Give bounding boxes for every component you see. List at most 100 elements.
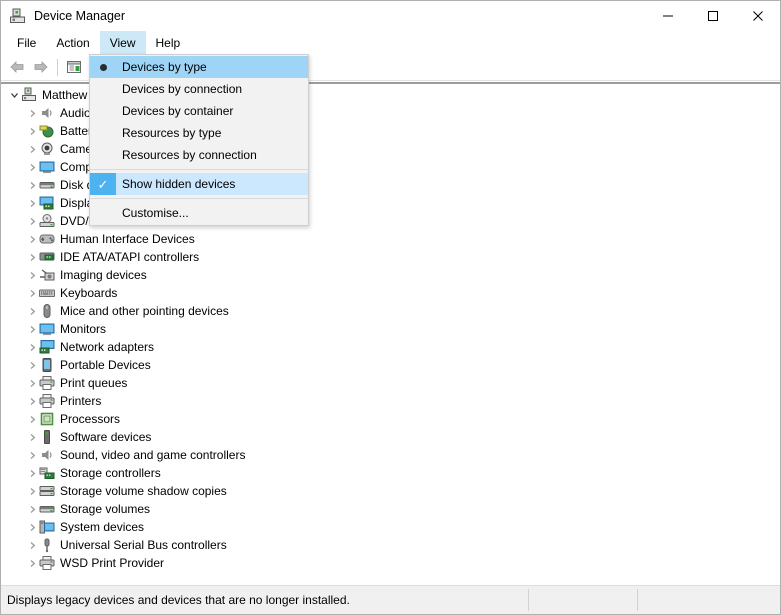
tree-item-label: Portable Devices — [60, 358, 151, 372]
menu-item-devices-by-type[interactable]: Devices by type — [90, 56, 308, 78]
forward-button[interactable] — [29, 56, 53, 78]
tree-item-print-queues[interactable]: Print queues — [1, 374, 780, 392]
chevron-right-icon[interactable] — [25, 451, 39, 460]
chevron-right-icon[interactable] — [25, 217, 39, 226]
chevron-right-icon[interactable] — [25, 235, 39, 244]
close-button[interactable] — [735, 1, 780, 31]
chevron-right-icon[interactable] — [25, 127, 39, 136]
menu-item-show-hidden-devices[interactable]: ✓ Show hidden devices — [90, 173, 308, 195]
maximize-button[interactable] — [690, 1, 735, 31]
usb-icon — [39, 537, 55, 553]
chevron-right-icon[interactable] — [25, 415, 39, 424]
chevron-right-icon[interactable] — [25, 199, 39, 208]
tree-item-storage-controllers[interactable]: Storage controllers — [1, 464, 780, 482]
tree-item-label: IDE ATA/ATAPI controllers — [60, 250, 200, 264]
menu-help[interactable]: Help — [146, 31, 191, 54]
software-device-icon — [39, 429, 55, 445]
network-adapter-icon — [39, 339, 55, 355]
tree-item-label: Storage volume shadow copies — [60, 484, 227, 498]
chevron-right-icon[interactable] — [25, 541, 39, 550]
tree-item-ide[interactable]: IDE ATA/ATAPI controllers — [1, 248, 780, 266]
chevron-right-icon[interactable] — [25, 343, 39, 352]
tree-item-label: Imaging devices — [60, 268, 147, 282]
tree-item-sound-video-game[interactable]: Sound, video and game controllers — [1, 446, 780, 464]
device-manager-window: Device Manager File Action View Help Mat… — [0, 0, 781, 615]
menu-item-label: Resources by connection — [122, 148, 257, 162]
tree-item-network-adapters[interactable]: Network adapters — [1, 338, 780, 356]
tree-item-hid[interactable]: Human Interface Devices — [1, 230, 780, 248]
tree-item-label: Printers — [60, 394, 102, 408]
radio-selected-icon — [90, 56, 116, 78]
disk-icon — [39, 501, 55, 517]
tree-item-label: Mice and other pointing devices — [60, 304, 229, 318]
tree-item-storage-volumes[interactable]: Storage volumes — [1, 500, 780, 518]
back-button[interactable] — [5, 56, 29, 78]
menu-view[interactable]: View — [99, 31, 146, 54]
portable-device-icon — [39, 357, 55, 373]
tree-item-storage-shadow-copies[interactable]: Storage volume shadow copies — [1, 482, 780, 500]
chevron-right-icon[interactable] — [25, 361, 39, 370]
computer-icon — [21, 87, 37, 103]
menu-item-devices-by-connection[interactable]: Devices by connection — [90, 78, 308, 100]
chevron-right-icon[interactable] — [25, 559, 39, 568]
menu-gutter — [90, 122, 116, 144]
menu-bar: File Action View Help — [1, 31, 780, 54]
tree-item-label: Print queues — [60, 376, 128, 390]
chevron-right-icon[interactable] — [25, 523, 39, 532]
chevron-right-icon[interactable] — [25, 307, 39, 316]
menu-file[interactable]: File — [7, 31, 46, 54]
chevron-right-icon[interactable] — [25, 397, 39, 406]
tree-item-processors[interactable]: Processors — [1, 410, 780, 428]
chevron-right-icon[interactable] — [25, 289, 39, 298]
tree-item-usb-controllers[interactable]: Universal Serial Bus controllers — [1, 536, 780, 554]
chevron-right-icon[interactable] — [25, 433, 39, 442]
tree-item-software-devices[interactable]: Software devices — [1, 428, 780, 446]
window-title: Device Manager — [34, 9, 126, 23]
dvd-icon — [39, 213, 55, 229]
minimize-button[interactable] — [645, 1, 690, 31]
chevron-right-icon[interactable] — [25, 163, 39, 172]
chevron-right-icon[interactable] — [25, 109, 39, 118]
view-dropdown-menu: Devices by type Devices by connection De… — [89, 54, 309, 226]
chevron-right-icon[interactable] — [25, 379, 39, 388]
tree-item-imaging[interactable]: Imaging devices — [1, 266, 780, 284]
menu-item-resources-by-type[interactable]: Resources by type — [90, 122, 308, 144]
properties-button[interactable] — [62, 56, 86, 78]
ide-controller-icon — [39, 249, 55, 265]
tree-item-keyboards[interactable]: Keyboards — [1, 284, 780, 302]
menu-item-customise[interactable]: Customise... — [90, 202, 308, 224]
toolbar-separator — [57, 58, 58, 76]
chevron-right-icon[interactable] — [25, 469, 39, 478]
chevron-right-icon[interactable] — [25, 487, 39, 496]
tree-item-wsd-print-provider[interactable]: WSD Print Provider — [1, 554, 780, 572]
chevron-right-icon[interactable] — [25, 181, 39, 190]
menu-item-label: Devices by type — [122, 60, 207, 74]
menu-item-label: Resources by type — [122, 126, 222, 140]
menu-item-devices-by-container[interactable]: Devices by container — [90, 100, 308, 122]
printer-icon — [39, 555, 55, 571]
speaker-icon — [39, 447, 55, 463]
tree-item-printers[interactable]: Printers — [1, 392, 780, 410]
tree-item-system-devices[interactable]: System devices — [1, 518, 780, 536]
tree-item-mice[interactable]: Mice and other pointing devices — [1, 302, 780, 320]
menu-item-resources-by-connection[interactable]: Resources by connection — [90, 144, 308, 166]
processor-icon — [39, 411, 55, 427]
tree-item-label: Monitors — [60, 322, 107, 336]
chevron-right-icon[interactable] — [25, 271, 39, 280]
menu-gutter — [90, 202, 116, 224]
chevron-right-icon[interactable] — [25, 253, 39, 262]
tree-item-portable-devices[interactable]: Portable Devices — [1, 356, 780, 374]
menu-action[interactable]: Action — [46, 31, 99, 54]
menu-item-label: Devices by container — [122, 104, 234, 118]
chevron-right-icon[interactable] — [25, 505, 39, 514]
check-icon: ✓ — [90, 173, 116, 195]
printer-icon — [39, 393, 55, 409]
menu-gutter — [90, 144, 116, 166]
battery-icon — [39, 123, 55, 139]
menu-gutter — [90, 78, 116, 100]
tree-item-monitors[interactable]: Monitors — [1, 320, 780, 338]
chevron-down-icon[interactable] — [7, 91, 21, 100]
chevron-right-icon[interactable] — [25, 145, 39, 154]
chevron-right-icon[interactable] — [25, 325, 39, 334]
display-adapter-icon — [39, 195, 55, 211]
